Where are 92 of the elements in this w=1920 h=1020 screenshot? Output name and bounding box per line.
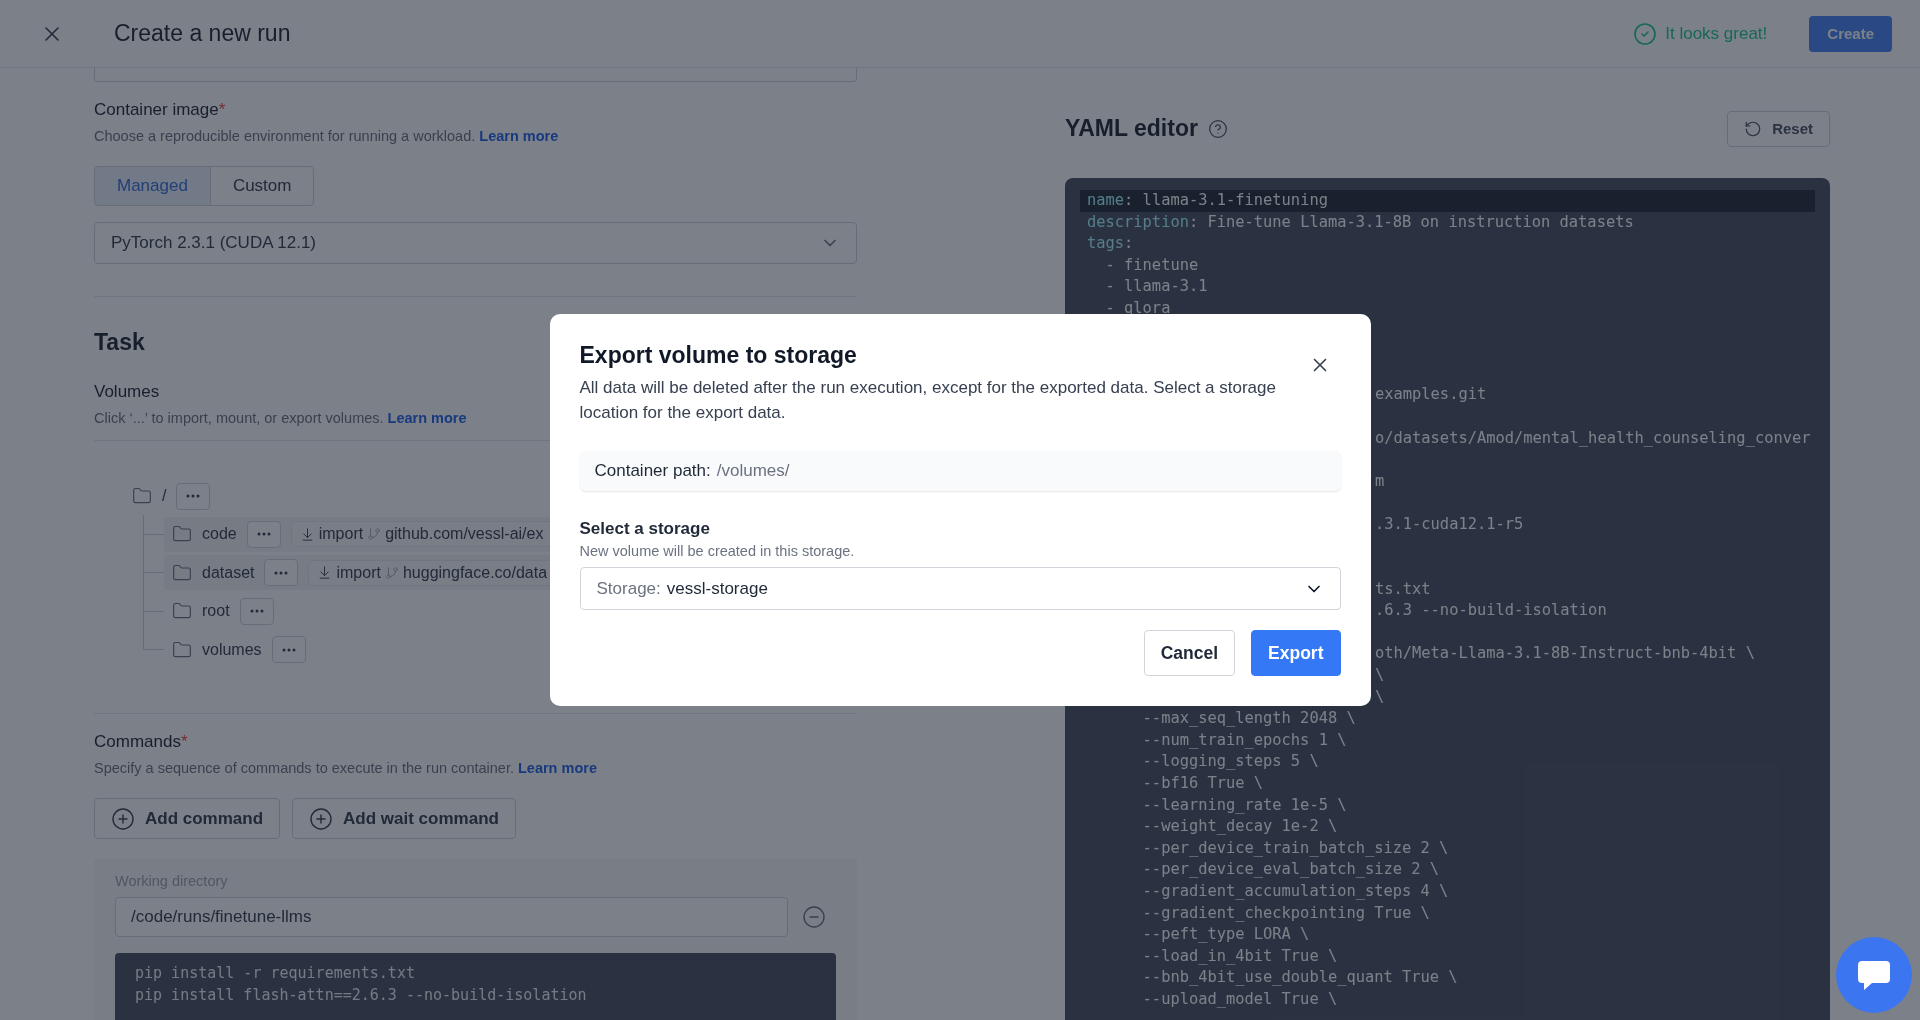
section-heading: Select a storage bbox=[579, 519, 711, 539]
code-line: --load_in_4bit True \ bbox=[1141, 945, 1339, 967]
field-hint: New volume will be created in this storage. bbox=[579, 543, 856, 559]
more-icon bbox=[281, 647, 296, 652]
field-label: Container path: bbox=[594, 461, 711, 481]
code-line: \ bbox=[1375, 687, 1385, 706]
folder-icon bbox=[132, 486, 152, 506]
code-line: pip install flash-attn==2.6.3 --no-build-isolation bbox=[135, 984, 588, 1006]
folder-name: root bbox=[202, 602, 230, 621]
plus-circle-icon bbox=[111, 806, 135, 831]
code-line: --peft_type LORA \ bbox=[1141, 924, 1311, 946]
chip-source: huggingface.co/data bbox=[402, 563, 548, 582]
code-line: .6.3 --no-build-isolation bbox=[1375, 601, 1607, 620]
code-line: m bbox=[1375, 471, 1385, 490]
editor-title: YAML editor bbox=[1065, 115, 1198, 142]
code-line: oth/Meta-Llama-3.1-8B-Instruct-bnb-4bit \ bbox=[1375, 644, 1755, 663]
code-line: --gradient_accumulation_steps 4 \ bbox=[1141, 881, 1450, 902]
learn-more-link[interactable]: Learn more bbox=[387, 410, 467, 426]
help-icon[interactable] bbox=[1207, 118, 1228, 139]
field-label: Volumes bbox=[94, 382, 160, 402]
dialog-title: Export volume to storage bbox=[579, 342, 857, 369]
learn-more-link[interactable]: Learn more bbox=[518, 760, 597, 776]
add-command-button[interactable]: Add command bbox=[94, 798, 281, 839]
add-command-button[interactable]: Add wait command bbox=[292, 798, 516, 839]
more-button[interactable] bbox=[264, 559, 299, 587]
cancel-button[interactable]: Cancel bbox=[1143, 630, 1236, 676]
section-description: Specify a sequence of commands to execute in the run container. Learn more bbox=[94, 760, 597, 776]
dialog-description: All data will be deleted after the run execution, except for the exported data. Select a storage location for the export data. bbox=[579, 377, 1277, 424]
field-label: Commands* bbox=[94, 732, 188, 752]
minus-circle-icon[interactable] bbox=[802, 905, 826, 929]
learn-more-link[interactable]: Learn more bbox=[479, 128, 559, 144]
code-line: --num_train_epochs 1 \ bbox=[1141, 729, 1348, 751]
field-value: /volumes/ bbox=[716, 461, 790, 481]
code-line: description: Fine-tune Llama-3.1-8B on instruction datasets bbox=[1086, 211, 1635, 233]
section-description: Click ‘...’ to import, mount, or export volumes. Learn more bbox=[94, 410, 467, 426]
reset-button[interactable]: Reset bbox=[1727, 110, 1830, 147]
more-button[interactable] bbox=[246, 520, 281, 548]
folder-name: volumes bbox=[202, 640, 262, 659]
code-line: ts.txt bbox=[1375, 579, 1431, 598]
code-line: - llama-3.1 bbox=[1104, 276, 1209, 298]
check-circle-icon bbox=[1633, 21, 1658, 46]
code-line: --upload_model True \ bbox=[1141, 988, 1339, 1010]
section-description: Choose a reproducible environment for running a workload. Learn more bbox=[94, 128, 559, 144]
code-line: --bf16 True \ bbox=[1141, 773, 1265, 795]
branch-icon bbox=[384, 565, 399, 580]
more-icon bbox=[186, 494, 201, 498]
segment-tab[interactable]: Managed bbox=[94, 166, 211, 206]
folder-name: / bbox=[162, 487, 167, 505]
image-select[interactable]: PyTorch 2.3.1 (CUDA 12.1) bbox=[94, 222, 857, 264]
create-button[interactable]: Create bbox=[1809, 15, 1892, 52]
code-line: examples.git bbox=[1375, 385, 1487, 404]
segment-tab[interactable]: Custom bbox=[209, 166, 315, 206]
code-line: - finetune bbox=[1104, 254, 1200, 276]
folder-name: dataset bbox=[202, 563, 255, 582]
code-line: --learning_rate 1e-5 \ bbox=[1141, 794, 1348, 816]
code-line: --weight_decay 1e-2 \ bbox=[1141, 816, 1339, 838]
chat-bubble-icon bbox=[1856, 958, 1892, 992]
reset-icon bbox=[1744, 119, 1763, 138]
code-line: o/datasets/Amod/mental_health_counseling_conver bbox=[1375, 428, 1811, 447]
branch-icon bbox=[367, 527, 382, 542]
code-line: pip install -r requirements.txt bbox=[135, 963, 416, 984]
chip-label: import bbox=[336, 563, 381, 582]
code-line: --logging_steps 5 \ bbox=[1141, 751, 1320, 773]
chip-label: import bbox=[318, 525, 364, 544]
chip-source: github.com/vessl-ai/ex bbox=[385, 525, 544, 544]
export-button[interactable]: Export bbox=[1251, 630, 1341, 676]
section-heading: Task bbox=[94, 329, 145, 356]
more-button[interactable] bbox=[239, 597, 274, 625]
code-line: --per_device_train_batch_size 2 \ bbox=[1141, 837, 1450, 859]
code-line: --max_seq_length 2048 \ bbox=[1141, 708, 1357, 730]
more-button[interactable] bbox=[271, 636, 306, 664]
storage-select[interactable]: Storage: vessl-storage bbox=[579, 567, 1341, 610]
more-icon bbox=[256, 532, 271, 537]
more-icon bbox=[274, 570, 289, 575]
validation-status: It looks great! bbox=[1665, 23, 1768, 44]
folder-icon bbox=[172, 562, 192, 583]
code-line: - qlora bbox=[1104, 297, 1172, 319]
folder-icon bbox=[172, 639, 192, 660]
code-line: --bnb_4bit_use_double_quant True \ bbox=[1141, 967, 1459, 989]
code-line: \ bbox=[1375, 666, 1385, 685]
code-line: tags: bbox=[1086, 233, 1135, 255]
field-label: Container image* bbox=[94, 100, 226, 120]
folder-name: code bbox=[202, 525, 237, 544]
plus-circle-icon bbox=[309, 806, 334, 831]
more-icon bbox=[249, 609, 264, 614]
code-line: --gradient_checkpointing True \ bbox=[1141, 902, 1431, 924]
page-title: Create a new run bbox=[114, 20, 292, 47]
code-line: .3.1-cuda12.1-r5 bbox=[1375, 514, 1524, 533]
more-button[interactable] bbox=[176, 482, 211, 510]
directory-field[interactable]: /code/runs/finetune-llms bbox=[115, 897, 788, 937]
code-line: --per_device_eval_batch_size 2 \ bbox=[1141, 859, 1441, 881]
script-editor[interactable]: pip install -r requirements.txt pip install flash-attn==2.6.3 --no-build-isolation bbox=[115, 953, 836, 1020]
